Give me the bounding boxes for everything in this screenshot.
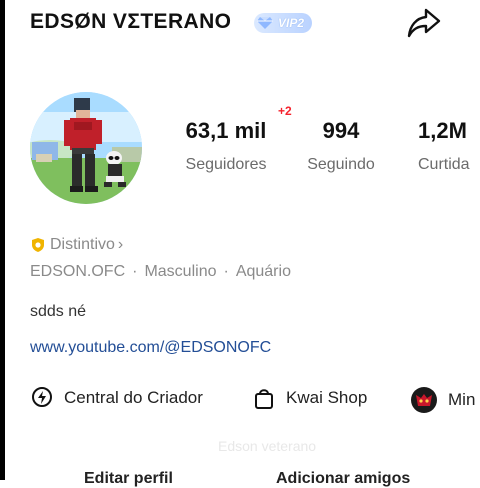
mini-game-avatar-icon: [410, 386, 438, 414]
vip-badge[interactable]: VIP2: [254, 13, 312, 33]
mini-games-label: Min: [448, 390, 476, 409]
avatar[interactable]: [30, 92, 142, 204]
vip-label: VIP2: [278, 16, 305, 30]
shield-badge-icon: [32, 238, 44, 252]
badge-link[interactable]: Distintivo ›: [30, 236, 123, 254]
kwai-shop-button[interactable]: Kwai Shop: [252, 386, 367, 410]
mini-games-button[interactable]: Min: [410, 386, 475, 414]
badge-label: Distintivo: [50, 236, 115, 253]
stat-followers[interactable]: 63,1 mil Seguidores: [176, 118, 276, 174]
meta-gender: Masculino: [144, 263, 217, 280]
chevron-right-icon: ›: [117, 236, 124, 253]
meta-separator: ·: [223, 263, 229, 280]
profile-meta: EDSON.OFC · Masculino · Aquário: [30, 263, 291, 281]
following-count: 994: [322, 118, 360, 143]
profile-bio: sdds né: [30, 303, 87, 320]
followers-count: 63,1 mil: [185, 118, 267, 143]
location-pin-icon: [30, 386, 54, 410]
left-edge-bar: [0, 0, 5, 480]
edit-profile-button[interactable]: Editar perfil: [84, 470, 173, 488]
diamond-icon: [254, 13, 276, 33]
meta-separator: ·: [132, 263, 138, 280]
shopping-bag-icon: [252, 386, 276, 410]
watermark-text: Edson veterano: [218, 438, 317, 454]
share-button[interactable]: [406, 6, 442, 40]
share-arrow-icon: [407, 8, 441, 38]
kwai-shop-label: Kwai Shop: [286, 388, 368, 407]
likes-count: 1,2M: [418, 118, 467, 143]
youtube-link[interactable]: www.youtube.com/@EDSONOFC: [30, 339, 271, 357]
stat-likes[interactable]: 1,2M Curtida: [418, 118, 480, 174]
stat-following[interactable]: 994 Seguindo: [296, 118, 386, 174]
creator-center-label: Central do Criador: [64, 388, 203, 407]
likes-label: Curtida: [418, 156, 470, 173]
creator-center-button[interactable]: Central do Criador: [30, 386, 203, 410]
following-label: Seguindo: [307, 156, 375, 173]
followers-delta: +2: [278, 104, 292, 118]
profile-name: EDSØN VΣTERANO: [30, 10, 232, 33]
meta-username: EDSON.OFC: [30, 263, 126, 280]
followers-label: Seguidores: [185, 156, 267, 173]
add-friends-button[interactable]: Adicionar amigos: [276, 470, 410, 488]
meta-zodiac: Aquário: [235, 263, 291, 280]
avatar-image: [30, 92, 142, 204]
